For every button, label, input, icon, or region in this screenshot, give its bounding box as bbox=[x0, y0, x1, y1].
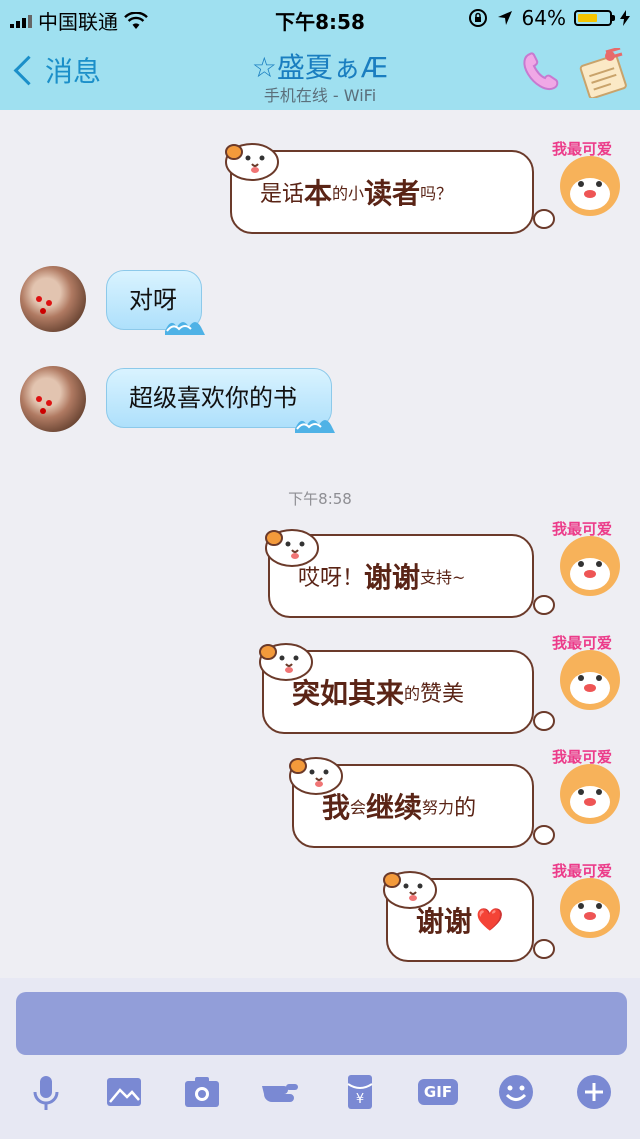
phone-icon[interactable] bbox=[520, 48, 566, 94]
message-timestamp: 下午8:58 bbox=[288, 490, 352, 508]
nav-bar: 消息 ☆盛夏ぁÆ 手机在线 - WiFi bbox=[0, 36, 640, 110]
battery-icon bbox=[574, 10, 615, 26]
message-bubble-received[interactable]: 超级喜欢你的书 bbox=[106, 368, 335, 433]
message-text: 会 bbox=[350, 798, 367, 817]
hamster-sticker-icon bbox=[265, 529, 319, 567]
message-text: 吗？ bbox=[420, 184, 453, 203]
gif-icon: GIF bbox=[417, 1079, 459, 1105]
message-text: 对呀 bbox=[129, 286, 177, 314]
plus-icon bbox=[577, 1075, 611, 1109]
poke-button[interactable] bbox=[258, 1070, 302, 1114]
input-area: ¥ GIF bbox=[0, 978, 640, 1139]
wave-decoration bbox=[165, 322, 205, 335]
hamster-sticker-icon bbox=[225, 143, 279, 181]
avatar-sticker[interactable]: 我最可爱 bbox=[550, 744, 624, 824]
avatar[interactable] bbox=[20, 266, 86, 332]
bubble-decoration bbox=[533, 711, 555, 731]
svg-text:¥: ¥ bbox=[356, 1092, 364, 1107]
message-text: 的 bbox=[404, 684, 421, 703]
sticker-caption: 我最可爱 bbox=[552, 748, 612, 766]
message-bubble-received[interactable]: 对呀 bbox=[106, 270, 205, 335]
battery-fill bbox=[578, 14, 598, 22]
message-text: 支持~ bbox=[420, 568, 466, 587]
bubble-decoration bbox=[533, 939, 555, 959]
avatar[interactable] bbox=[20, 366, 86, 432]
sticker-caption: 我最可爱 bbox=[552, 862, 612, 880]
location-icon bbox=[497, 11, 512, 25]
avatar-sticker[interactable]: 我最可爱 bbox=[550, 136, 624, 216]
microphone-button[interactable] bbox=[24, 1070, 68, 1114]
wave-decoration bbox=[295, 420, 335, 433]
message-text: 赞美 bbox=[420, 682, 465, 707]
battery-percent: 64% bbox=[521, 6, 566, 30]
message-input[interactable] bbox=[16, 992, 627, 1055]
profile-card-icon[interactable] bbox=[576, 48, 630, 98]
charging-icon bbox=[620, 10, 630, 26]
bubble-decoration bbox=[533, 825, 555, 845]
microphone-icon bbox=[33, 1076, 59, 1110]
message-text: 继续 bbox=[366, 791, 423, 824]
message-text: 小 bbox=[348, 184, 365, 203]
avatar-sticker[interactable]: 我最可爱 bbox=[550, 858, 624, 938]
hamster-sticker-icon bbox=[259, 643, 313, 681]
message-text: 努力 bbox=[422, 798, 455, 817]
message-text: 读者 bbox=[364, 177, 421, 210]
hamster-sticker-icon bbox=[383, 871, 437, 909]
avatar-sticker[interactable]: 我最可爱 bbox=[550, 516, 624, 596]
more-button[interactable] bbox=[572, 1070, 616, 1114]
chat-area[interactable]: 是话 本 的 小 读者 吗？ 我最可爱 对呀 超级喜欢你的书 下午8:58 哎呀… bbox=[0, 110, 640, 978]
message-text: 的 bbox=[454, 796, 477, 821]
sticker-caption: 我最可爱 bbox=[552, 634, 612, 652]
gif-button[interactable]: GIF bbox=[416, 1070, 460, 1114]
bubble-decoration bbox=[533, 595, 555, 615]
heart-emoji: ❤️ bbox=[476, 907, 504, 933]
emoji-icon bbox=[499, 1075, 533, 1109]
red-packet-button[interactable]: ¥ bbox=[338, 1070, 382, 1114]
message-text: 的 bbox=[332, 184, 349, 203]
message-text: 超级喜欢你的书 bbox=[129, 384, 297, 412]
chat-toolbar: ¥ GIF bbox=[0, 1070, 640, 1114]
sticker-caption: 我最可爱 bbox=[552, 140, 612, 158]
sticker-caption: 我最可爱 bbox=[552, 520, 612, 538]
image-button[interactable] bbox=[102, 1070, 146, 1114]
emoji-button[interactable] bbox=[494, 1070, 538, 1114]
status-right: 64% bbox=[468, 6, 630, 30]
camera-icon bbox=[185, 1077, 219, 1107]
rotation-lock-icon bbox=[468, 9, 487, 27]
avatar-sticker[interactable]: 我最可爱 bbox=[550, 630, 624, 710]
image-icon bbox=[107, 1078, 141, 1106]
message-text: 本 bbox=[304, 177, 333, 210]
camera-button[interactable] bbox=[180, 1070, 224, 1114]
message-text: 谢谢 bbox=[364, 561, 421, 594]
hamster-sticker-icon bbox=[289, 757, 343, 795]
poke-icon bbox=[262, 1084, 298, 1102]
status-bar: 中国联通 下午8:58 64% bbox=[0, 0, 640, 36]
red-packet-icon: ¥ bbox=[347, 1075, 373, 1109]
